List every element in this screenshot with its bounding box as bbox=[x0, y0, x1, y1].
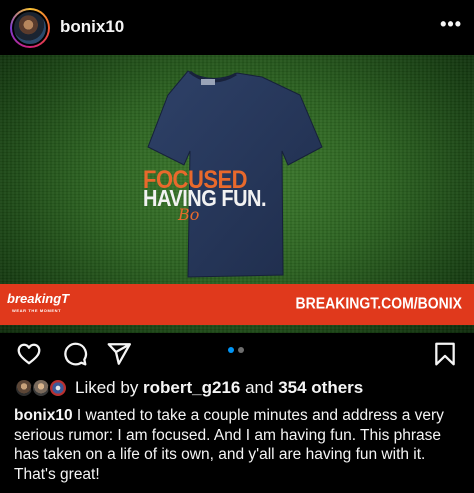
brand-logo: breakingT bbox=[7, 291, 70, 306]
share-icon[interactable] bbox=[106, 341, 132, 367]
avatar-image bbox=[12, 10, 48, 46]
bookmark-icon[interactable] bbox=[432, 341, 458, 367]
shirt-signature: Bo bbox=[178, 205, 200, 224]
carousel-dot-active[interactable] bbox=[228, 347, 234, 353]
more-options-icon[interactable]: ••• bbox=[440, 14, 462, 35]
avatar[interactable] bbox=[10, 8, 50, 48]
likes-row[interactable]: Liked by robert_g216 and 354 others bbox=[14, 377, 363, 399]
action-bar bbox=[0, 333, 474, 373]
caption: bonix10 I wanted to take a couple minute… bbox=[14, 406, 466, 484]
caption-text: I wanted to take a couple minutes and ad… bbox=[14, 407, 444, 483]
brand-tagline: WEAR THE MOMENT bbox=[12, 308, 62, 313]
post-image[interactable]: FOCUSED HAVING FUN. Bo breakingT WEAR TH… bbox=[0, 55, 474, 333]
heart-icon[interactable] bbox=[16, 341, 42, 367]
post-header: bonix10 ••• bbox=[0, 0, 474, 55]
shirt-text-having-fun: HAVING FUN. bbox=[143, 186, 267, 212]
likes-middle: and bbox=[240, 378, 279, 397]
likes-count[interactable]: 354 others bbox=[278, 378, 363, 397]
liker-username[interactable]: robert_g216 bbox=[143, 378, 240, 397]
carousel-dot[interactable] bbox=[238, 347, 244, 353]
banner-url: BREAKINGT.COM/BONIX bbox=[295, 293, 462, 313]
liker-avatar[interactable] bbox=[48, 378, 68, 398]
liker-avatars[interactable] bbox=[14, 378, 72, 398]
likes-text: Liked by robert_g216 and 354 others bbox=[75, 378, 363, 398]
comment-icon[interactable] bbox=[62, 341, 88, 367]
caption-username[interactable]: bonix10 bbox=[14, 407, 73, 424]
carousel-indicator bbox=[228, 347, 244, 353]
username[interactable]: bonix10 bbox=[60, 17, 124, 37]
likes-prefix: Liked by bbox=[75, 378, 144, 397]
